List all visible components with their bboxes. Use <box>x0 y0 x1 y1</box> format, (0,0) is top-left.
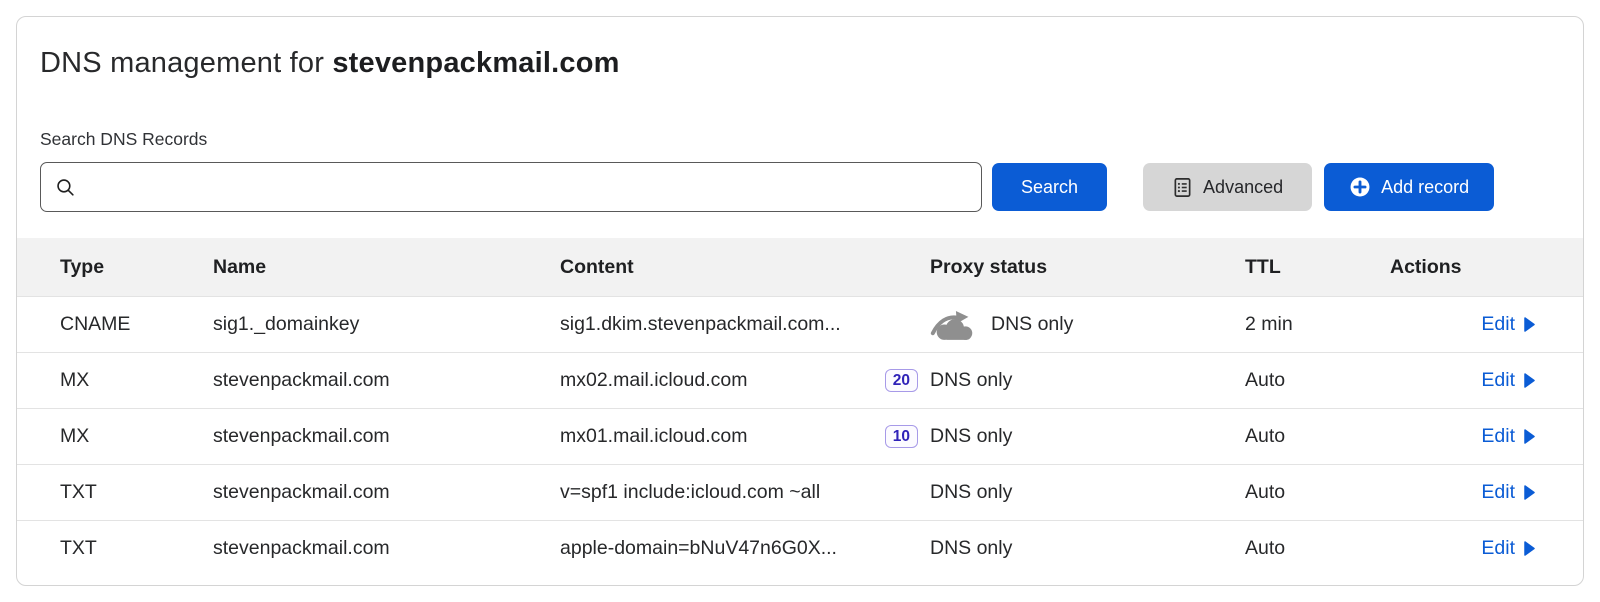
cell-ttl: 2 min <box>1245 313 1390 336</box>
cell-actions: Edit <box>1390 481 1535 504</box>
advanced-button-label: Advanced <box>1203 177 1283 198</box>
add-record-button[interactable]: Add record <box>1324 163 1494 211</box>
cell-type: CNAME <box>60 313 213 336</box>
cell-type: TXT <box>60 481 213 504</box>
edit-link[interactable]: Edit <box>1481 313 1535 336</box>
edit-link[interactable]: Edit <box>1481 537 1535 560</box>
cell-actions: Edit <box>1390 313 1535 336</box>
plus-circle-icon <box>1349 176 1371 198</box>
edit-link-label: Edit <box>1481 425 1515 448</box>
cell-content: sig1.dkim.stevenpackmail.com... <box>560 313 930 336</box>
content-text: sig1.dkim.stevenpackmail.com... <box>560 313 841 336</box>
dns-records-table: Type Name Content Proxy status TTL Actio… <box>17 238 1583 576</box>
cell-ttl: Auto <box>1245 481 1390 504</box>
advanced-button[interactable]: Advanced <box>1143 163 1312 211</box>
search-toolbar: Search Advanced Add record <box>40 162 1560 212</box>
cell-name: stevenpackmail.com <box>213 425 560 448</box>
column-header-actions: Actions <box>1390 256 1535 279</box>
content-text: mx01.mail.icloud.com <box>560 425 747 448</box>
search-button[interactable]: Search <box>992 163 1107 211</box>
cell-actions: Edit <box>1390 537 1535 560</box>
table-row: TXT stevenpackmail.com apple-domain=bNuV… <box>17 520 1583 576</box>
content-text: mx02.mail.icloud.com <box>560 369 747 392</box>
cell-content: mx02.mail.icloud.com 20 <box>560 369 930 392</box>
chevron-right-icon <box>1524 373 1535 388</box>
table-row: MX stevenpackmail.com mx01.mail.icloud.c… <box>17 408 1583 464</box>
proxy-status-text: DNS only <box>930 481 1012 504</box>
cell-type: MX <box>60 425 213 448</box>
list-document-icon <box>1172 177 1193 198</box>
table-row: MX stevenpackmail.com mx02.mail.icloud.c… <box>17 352 1583 408</box>
mx-priority-badge: 20 <box>885 369 918 392</box>
column-header-proxy-status: Proxy status <box>930 256 1245 279</box>
mx-priority-badge: 10 <box>885 425 918 448</box>
cell-type: TXT <box>60 537 213 560</box>
cell-actions: Edit <box>1390 425 1535 448</box>
page-title: DNS management for stevenpackmail.com <box>40 17 1560 80</box>
cell-content: v=spf1 include:icloud.com ~all <box>560 481 930 504</box>
page-title-prefix: DNS management for <box>40 47 332 79</box>
column-header-name: Name <box>213 256 560 279</box>
cell-proxy-status: DNS only <box>930 537 1245 560</box>
add-record-label: Add record <box>1381 177 1469 198</box>
edit-link-label: Edit <box>1481 313 1515 336</box>
cell-content: apple-domain=bNuV47n6G0X... <box>560 537 930 560</box>
cell-name: stevenpackmail.com <box>213 369 560 392</box>
cell-name: stevenpackmail.com <box>213 537 560 560</box>
table-row: CNAME sig1._domainkey sig1.dkim.stevenpa… <box>17 296 1583 352</box>
edit-link-label: Edit <box>1481 369 1515 392</box>
cell-ttl: Auto <box>1245 369 1390 392</box>
table-header-row: Type Name Content Proxy status TTL Actio… <box>17 238 1583 296</box>
search-icon <box>55 177 76 198</box>
proxy-status-text: DNS only <box>930 537 1012 560</box>
column-header-type: Type <box>60 256 213 279</box>
dns-management-card: DNS management for stevenpackmail.com Se… <box>16 16 1584 586</box>
dns-only-cloud-icon <box>930 308 978 341</box>
edit-link[interactable]: Edit <box>1481 481 1535 504</box>
chevron-right-icon <box>1524 485 1535 500</box>
search-input[interactable] <box>84 177 967 198</box>
cell-content: mx01.mail.icloud.com 10 <box>560 425 930 448</box>
cell-actions: Edit <box>1390 369 1535 392</box>
chevron-right-icon <box>1524 541 1535 556</box>
proxy-status-text: DNS only <box>930 369 1012 392</box>
proxy-status-text: DNS only <box>991 313 1073 336</box>
cell-proxy-status: DNS only <box>930 369 1245 392</box>
page-title-domain: stevenpackmail.com <box>332 47 619 79</box>
cell-name: sig1._domainkey <box>213 313 560 336</box>
cell-ttl: Auto <box>1245 425 1390 448</box>
table-row: TXT stevenpackmail.com v=spf1 include:ic… <box>17 464 1583 520</box>
edit-link-label: Edit <box>1481 537 1515 560</box>
column-header-content: Content <box>560 256 930 279</box>
content-text: apple-domain=bNuV47n6G0X... <box>560 537 837 560</box>
edit-link[interactable]: Edit <box>1481 425 1535 448</box>
proxy-status-text: DNS only <box>930 425 1012 448</box>
cell-type: MX <box>60 369 213 392</box>
chevron-right-icon <box>1524 429 1535 444</box>
cell-proxy-status: DNS only <box>930 425 1245 448</box>
search-input-container[interactable] <box>40 162 982 212</box>
edit-link-label: Edit <box>1481 481 1515 504</box>
cell-proxy-status: DNS only <box>930 308 1245 341</box>
search-label: Search DNS Records <box>40 129 1560 150</box>
content-text: v=spf1 include:icloud.com ~all <box>560 481 820 504</box>
cell-proxy-status: DNS only <box>930 481 1245 504</box>
cell-name: stevenpackmail.com <box>213 481 560 504</box>
chevron-right-icon <box>1524 317 1535 332</box>
column-header-ttl: TTL <box>1245 256 1390 279</box>
edit-link[interactable]: Edit <box>1481 369 1535 392</box>
cell-ttl: Auto <box>1245 537 1390 560</box>
